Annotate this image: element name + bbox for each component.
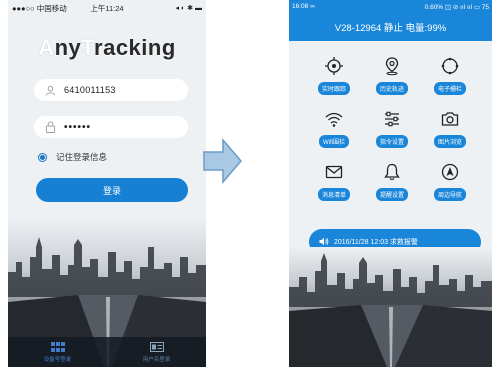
arrow-right-icon [203,138,242,184]
function-grid: 实时跟踪 历史轨迹 电子栅栏 Wifi围栏 指令设置 图片浏览 消息清单 提醒设… [305,54,479,206]
grid-icon [50,341,65,352]
id-card-icon [149,341,164,352]
function-message-list[interactable]: 消息清单 [305,160,363,206]
alarm-text: 2016/11/28 12:03 求救报警 [334,239,418,246]
carrier-text: ●●●○○ 中国移动 [12,3,67,13]
crosshair-icon [322,54,346,78]
login-button[interactable]: 登录 [36,178,188,202]
navigation-icon [438,160,462,184]
city-skyline-image [289,247,492,367]
location-pin-icon [380,54,404,78]
status-bar: ●●●○○ 中国移动 上午11:24 ◂ ◐ ✱ ▬ [8,0,206,16]
function-photo-browse[interactable]: 图片浏览 [421,107,479,153]
password-field[interactable]: •••••• [34,116,188,138]
bell-icon [380,160,404,184]
login-screen: ●●●○○ 中国移动 上午11:24 ◂ ◐ ✱ ▬ AnyTracking 6… [8,0,206,367]
remember-label: 记住登录信息 [56,152,108,162]
status-indicators: 0.60% ◫ ⊘ ııl ııl ▭ 75 [424,3,489,11]
clock: 16:08 ∞ [292,3,315,10]
tab-username-login[interactable]: 用户名登录 [107,337,206,367]
app-logo: AnyTracking [38,35,176,60]
speaker-icon [319,237,329,248]
camera-icon [438,107,462,131]
user-icon [44,84,56,96]
function-geofence[interactable]: 电子栅栏 [421,54,479,100]
remember-login-checkbox[interactable]: 记住登录信息 [38,151,107,163]
device-header: V28-12964 静止 电量:99% [289,13,492,41]
function-wifi-fence[interactable]: Wifi围栏 [305,107,363,153]
username-field[interactable]: 6410011153 [34,79,188,101]
function-command-settings[interactable]: 指令设置 [363,107,421,153]
radio-checked-icon [38,152,47,162]
lock-icon [44,121,56,133]
wifi-icon [322,107,346,131]
status-bar: 16:08 ∞ 0.60% ◫ ⊘ ııl ııl ▭ 75 [289,0,492,13]
function-realtime-tracking[interactable]: 实时跟踪 [305,54,363,100]
username-value: 6410011153 [64,85,116,95]
sliders-icon [380,107,404,131]
tab-label: 设备号登录 [43,356,72,363]
device-screen: 16:08 ∞ 0.60% ◫ ⊘ ııl ııl ▭ 75 V28-12964… [289,0,492,367]
circle-fence-icon [438,54,462,78]
mail-icon [322,160,346,184]
function-reminder-settings[interactable]: 提醒设置 [363,160,421,206]
status-indicators: ◂ ◐ ✱ ▬ [175,5,202,12]
tab-device-login[interactable]: 设备号登录 [8,337,107,367]
password-value: •••••• [64,121,92,133]
login-mode-tabs: 设备号登录 用户名登录 [8,337,206,367]
function-history-track[interactable]: 历史轨迹 [363,54,421,100]
tab-label: 用户名登录 [142,356,171,363]
function-nearby-navigation[interactable]: 周边导航 [421,160,479,206]
